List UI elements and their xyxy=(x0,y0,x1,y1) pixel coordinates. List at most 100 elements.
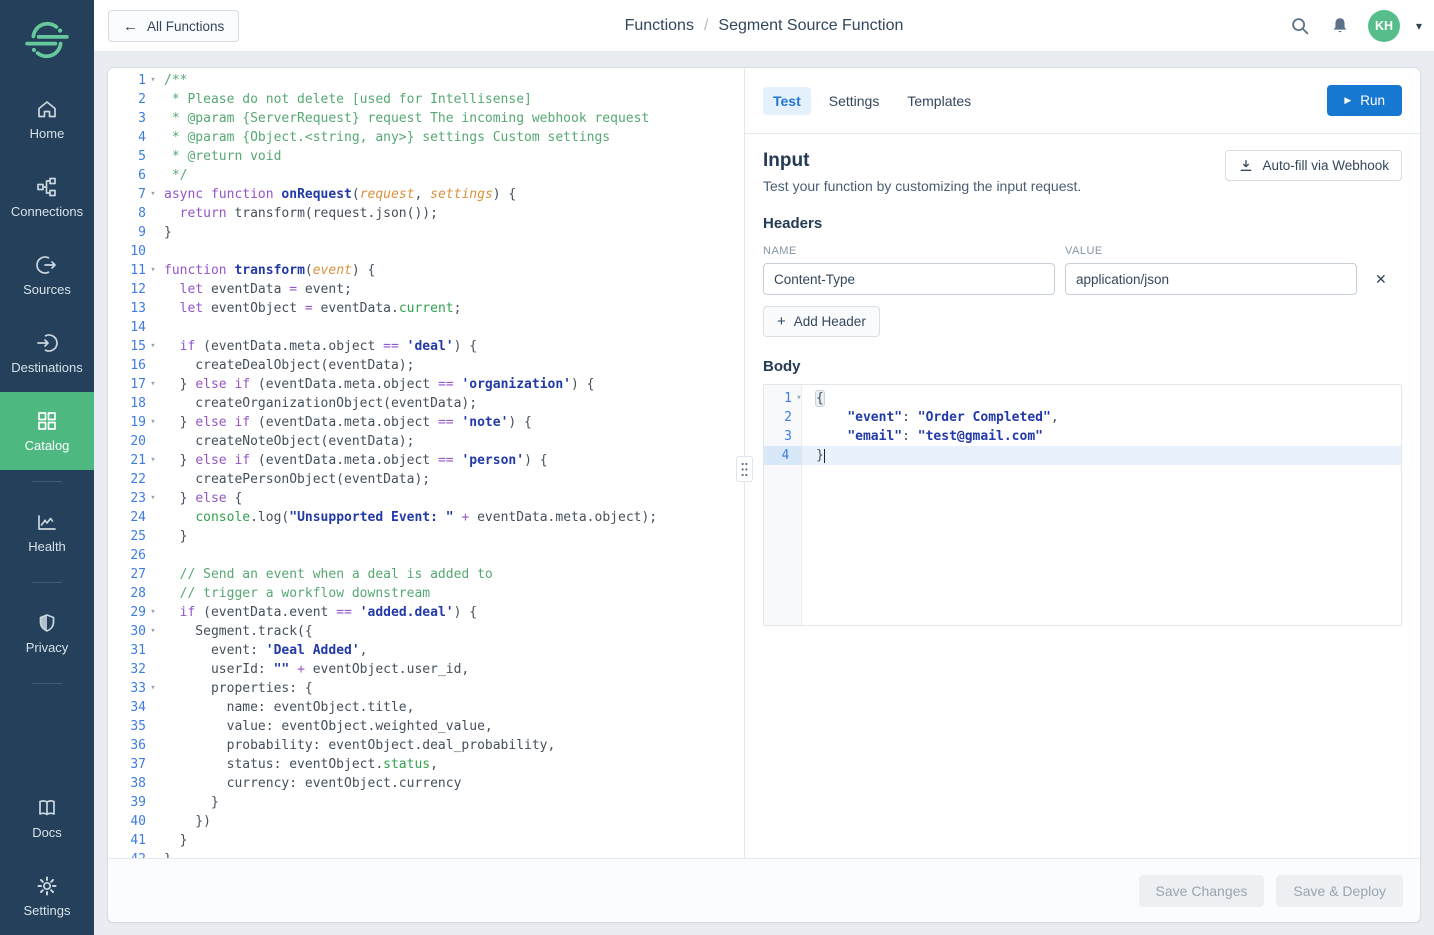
run-button[interactable]: ▶ Run xyxy=(1327,85,1402,116)
sidebar-spacer xyxy=(0,695,94,779)
code-line-10[interactable]: 10 xyxy=(108,242,744,261)
breadcrumb-functions[interactable]: Functions xyxy=(625,17,694,35)
fold-toggle-icon[interactable]: ▾ xyxy=(146,261,160,280)
sidebar-item-health[interactable]: Health xyxy=(0,493,94,571)
fold-toggle-icon[interactable]: ▾ xyxy=(146,375,160,394)
code-line-11[interactable]: 11▾function transform(event) { xyxy=(108,261,744,280)
code-line-7[interactable]: 7▾async function onRequest(request, sett… xyxy=(108,185,744,204)
code-line-31[interactable]: 31 event: 'Deal Added', xyxy=(108,641,744,660)
code-line-40[interactable]: 40 }) xyxy=(108,812,744,831)
segment-logo-icon[interactable] xyxy=(0,0,94,80)
save-changes-button[interactable]: Save Changes xyxy=(1139,875,1265,907)
fold-toggle-icon[interactable]: ▾ xyxy=(146,603,160,622)
sidebar-item-catalog[interactable]: Catalog xyxy=(0,392,94,470)
add-header-button[interactable]: + Add Header xyxy=(763,306,880,337)
code-line-12[interactable]: 12 let eventData = event; xyxy=(108,280,744,299)
code-line-27[interactable]: 27 // Send an event when a deal is added… xyxy=(108,565,744,584)
code-line-1[interactable]: 1▾/** xyxy=(108,71,744,90)
fold-toggle-icon[interactable]: ▾ xyxy=(146,489,160,508)
code-text: // Send an event when a deal is added to xyxy=(164,565,493,584)
fold-toggle-icon[interactable]: ▾ xyxy=(146,413,160,432)
code-line-16[interactable]: 16 createDealObject(eventData); xyxy=(108,356,744,375)
fold-toggle-icon[interactable]: ▾ xyxy=(146,451,160,470)
code-line-39[interactable]: 39 } xyxy=(108,793,744,812)
body-json-editor[interactable]: 1▾{2 "event": "Order Completed",3 "email… xyxy=(763,384,1402,626)
code-line-23[interactable]: 23▾ } else { xyxy=(108,489,744,508)
source-code-editor[interactable]: 1▾/**2 * Please do not delete [used for … xyxy=(108,68,744,858)
save-deploy-button[interactable]: Save & Deploy xyxy=(1276,875,1403,907)
code-line-24[interactable]: 24 console.log("Unsupported Event: " + e… xyxy=(108,508,744,527)
code-line-8[interactable]: 8 return transform(request.json()); xyxy=(108,204,744,223)
code-line-4[interactable]: 4 * @param {Object.<string, any>} settin… xyxy=(108,128,744,147)
code-line-1[interactable]: 1▾{ xyxy=(764,389,1401,408)
code-line-4[interactable]: 4} xyxy=(764,446,1401,465)
sidebar-item-privacy[interactable]: Privacy xyxy=(0,594,94,672)
fold-toggle-icon[interactable]: ▾ xyxy=(146,71,160,90)
code-line-34[interactable]: 34 name: eventObject.title, xyxy=(108,698,744,717)
code-line-37[interactable]: 37 status: eventObject.status, xyxy=(108,755,744,774)
notifications-bell-icon[interactable] xyxy=(1328,14,1352,38)
code-line-28[interactable]: 28 // trigger a workflow downstream xyxy=(108,584,744,603)
sidebar-item-sources[interactable]: Sources xyxy=(0,236,94,314)
tab-settings[interactable]: Settings xyxy=(819,87,890,115)
avatar[interactable]: KH xyxy=(1368,10,1400,42)
fold-toggle-icon[interactable]: ▾ xyxy=(146,185,160,204)
line-gutter: 6 xyxy=(108,166,164,185)
line-number: 36 xyxy=(108,736,146,755)
code-line-41[interactable]: 41 } xyxy=(108,831,744,850)
header-name-input[interactable] xyxy=(763,263,1055,295)
code-line-26[interactable]: 26 xyxy=(108,546,744,565)
code-line-6[interactable]: 6 */ xyxy=(108,166,744,185)
remove-header-icon[interactable]: ✕ xyxy=(1375,272,1387,286)
line-gutter: 38 xyxy=(108,774,164,793)
code-line-3[interactable]: 3 * @param {ServerRequest} request The i… xyxy=(108,109,744,128)
sidebar-item-docs[interactable]: Docs xyxy=(0,779,94,857)
code-line-21[interactable]: 21▾ } else if (eventData.meta.object == … xyxy=(108,451,744,470)
code-line-38[interactable]: 38 currency: eventObject.currency xyxy=(108,774,744,793)
line-number: 17 xyxy=(108,375,146,394)
code-line-29[interactable]: 29▾ if (eventData.event == 'added.deal')… xyxy=(108,603,744,622)
fold-toggle-icon[interactable]: ▾ xyxy=(146,622,160,641)
code-line-13[interactable]: 13 let eventObject = eventData.current; xyxy=(108,299,744,318)
code-line-20[interactable]: 20 createNoteObject(eventData); xyxy=(108,432,744,451)
code-line-2[interactable]: 2 * Please do not delete [used for Intel… xyxy=(108,90,744,109)
tab-templates[interactable]: Templates xyxy=(897,87,981,115)
code-line-22[interactable]: 22 createPersonObject(eventData); xyxy=(108,470,744,489)
code-line-15[interactable]: 15▾ if (eventData.meta.object == 'deal')… xyxy=(108,337,744,356)
code-line-32[interactable]: 32 userId: "" + eventObject.user_id, xyxy=(108,660,744,679)
code-line-5[interactable]: 5 * @return void xyxy=(108,147,744,166)
code-line-14[interactable]: 14 xyxy=(108,318,744,337)
sidebar-item-destinations[interactable]: Destinations xyxy=(0,314,94,392)
line-gutter: 3 xyxy=(764,427,816,446)
code-text: } else if (eventData.meta.object == 'per… xyxy=(164,451,548,470)
fold-spacer xyxy=(146,717,160,736)
code-line-19[interactable]: 19▾ } else if (eventData.meta.object == … xyxy=(108,413,744,432)
code-line-36[interactable]: 36 probability: eventObject.deal_probabi… xyxy=(108,736,744,755)
code-line-17[interactable]: 17▾ } else if (eventData.meta.object == … xyxy=(108,375,744,394)
code-line-3[interactable]: 3 "email": "test@gmail.com" xyxy=(764,427,1401,446)
search-icon[interactable] xyxy=(1288,14,1312,38)
line-number: 40 xyxy=(108,812,146,831)
line-gutter: 26 xyxy=(108,546,164,565)
code-line-30[interactable]: 30▾ Segment.track({ xyxy=(108,622,744,641)
code-line-25[interactable]: 25 } xyxy=(108,527,744,546)
sidebar-item-settings[interactable]: Settings xyxy=(0,857,94,935)
code-line-18[interactable]: 18 createOrganizationObject(eventData); xyxy=(108,394,744,413)
fold-toggle-icon[interactable]: ▾ xyxy=(792,389,806,408)
autofill-via-webhook-button[interactable]: Auto-fill via Webhook xyxy=(1225,150,1402,181)
header-value-input[interactable] xyxy=(1065,263,1357,295)
sidebar-item-connections[interactable]: Connections xyxy=(0,158,94,236)
code-line-42[interactable]: 42} xyxy=(108,850,744,858)
tab-test[interactable]: Test xyxy=(763,87,811,115)
code-line-33[interactable]: 33▾ properties: { xyxy=(108,679,744,698)
all-functions-button[interactable]: ← All Functions xyxy=(108,10,239,42)
fold-toggle-icon[interactable]: ▾ xyxy=(146,679,160,698)
line-number: 12 xyxy=(108,280,146,299)
chevron-down-icon[interactable]: ▾ xyxy=(1416,20,1422,32)
code-line-2[interactable]: 2 "event": "Order Completed", xyxy=(764,408,1401,427)
line-number: 37 xyxy=(108,755,146,774)
fold-toggle-icon[interactable]: ▾ xyxy=(146,337,160,356)
sidebar-item-home[interactable]: Home xyxy=(0,80,94,158)
code-line-9[interactable]: 9} xyxy=(108,223,744,242)
code-line-35[interactable]: 35 value: eventObject.weighted_value, xyxy=(108,717,744,736)
